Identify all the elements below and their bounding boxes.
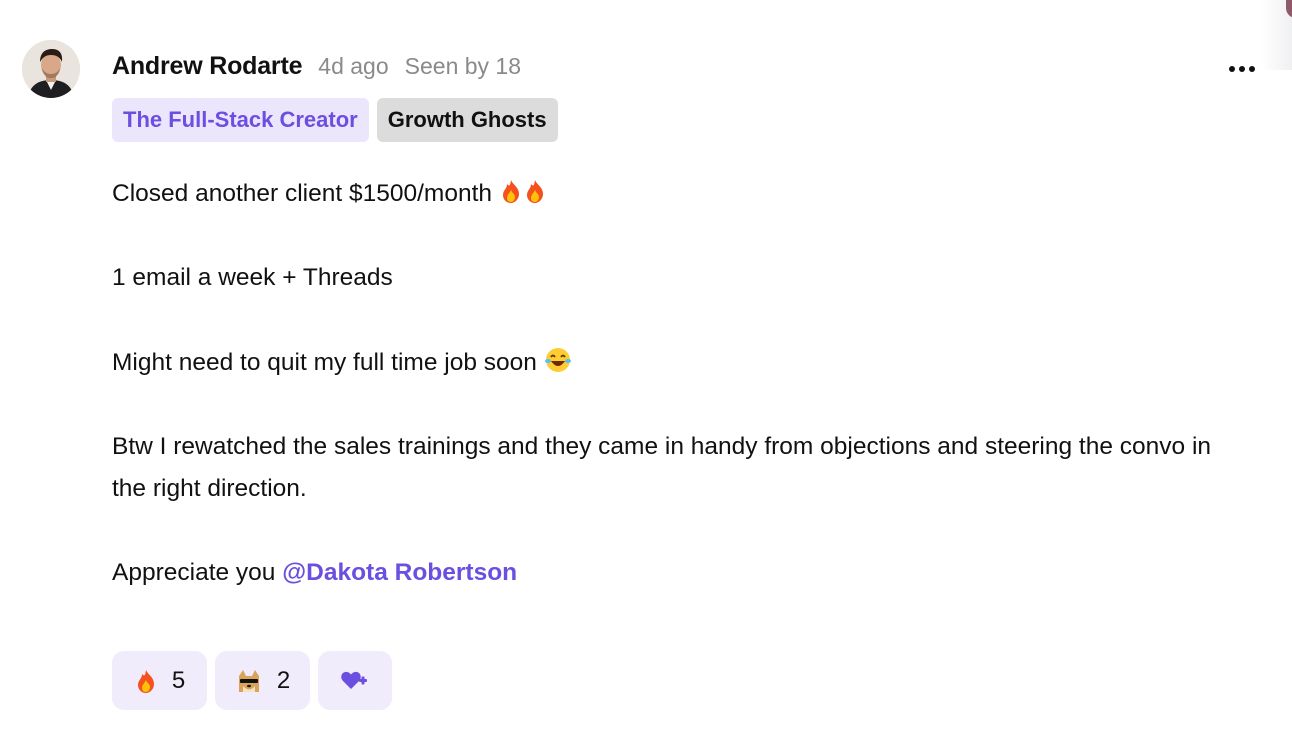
reactions-bar: 5 2 xyxy=(112,651,400,710)
fire-emoji-icon xyxy=(134,668,158,694)
avatar[interactable] xyxy=(22,40,80,98)
add-reaction-button[interactable] xyxy=(318,651,392,710)
reaction-doge[interactable]: 2 xyxy=(215,651,310,710)
seen-by-count[interactable]: Seen by 18 xyxy=(405,53,521,80)
more-options-button[interactable] xyxy=(1222,52,1262,86)
paragraph-text: Btw I rewatched the sales trainings and … xyxy=(112,433,1212,502)
post-paragraph: Might need to quit my full time job soon xyxy=(112,341,1222,384)
more-dot xyxy=(1249,66,1255,72)
post-paragraph: Closed another client $1500/month xyxy=(112,172,1222,215)
reaction-count: 5 xyxy=(171,666,186,694)
paragraph-text: Might need to quit my full time job soon xyxy=(112,349,537,376)
user-mention-link[interactable]: @Dakota Robertson xyxy=(282,559,517,586)
post-paragraph: Appreciate you @Dakota Robertson xyxy=(112,552,1222,594)
fire-emoji-icon xyxy=(499,178,549,207)
paragraph-text: 1 email a week + Threads xyxy=(112,264,393,291)
add-reaction-heart-icon xyxy=(340,669,370,693)
post-card: Andrew Rodarte 4d ago Seen by 18 The Ful… xyxy=(0,0,1292,733)
post-body: Closed another client $1500/month 1 emai… xyxy=(112,172,1222,636)
post-paragraph: 1 email a week + Threads xyxy=(112,257,1222,299)
reaction-fire[interactable]: 5 xyxy=(112,651,207,710)
reaction-count: 2 xyxy=(276,666,291,694)
post-tags: The Full-Stack Creator Growth Ghosts xyxy=(112,98,566,142)
tag-full-stack-creator[interactable]: The Full-Stack Creator xyxy=(112,98,369,142)
author-name[interactable]: Andrew Rodarte xyxy=(112,52,302,81)
paragraph-text: Closed another client $1500/month xyxy=(112,180,493,207)
tag-growth-ghosts[interactable]: Growth Ghosts xyxy=(376,98,558,142)
more-dot xyxy=(1239,66,1245,72)
post-header: Andrew Rodarte 4d ago Seen by 18 xyxy=(112,52,521,86)
laughing-emoji-icon xyxy=(544,347,572,376)
paragraph-text: Appreciate you xyxy=(112,559,276,586)
more-horizontal-icon xyxy=(1229,66,1235,72)
doge-sunglasses-emoji-icon xyxy=(235,668,263,694)
post-timestamp: 4d ago xyxy=(318,53,389,79)
avatar-image xyxy=(22,40,80,98)
post-paragraph: Btw I rewatched the sales trainings and … xyxy=(112,426,1222,510)
